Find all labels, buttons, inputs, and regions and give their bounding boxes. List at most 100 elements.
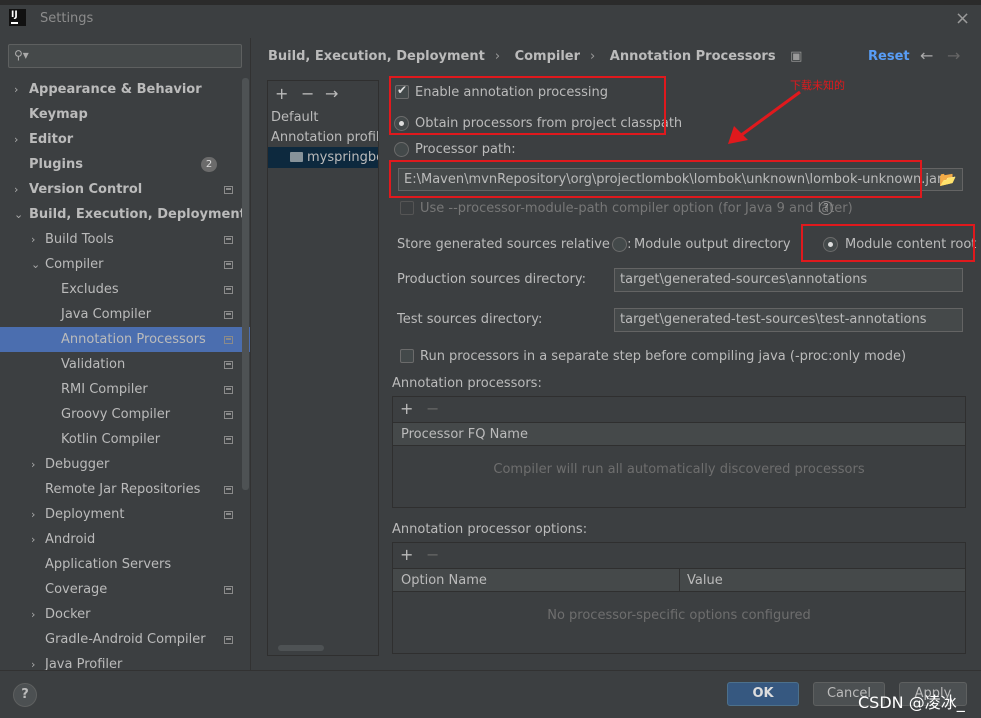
breadcrumb-item: Annotation Processors xyxy=(609,49,776,64)
sidebar-item-rmi-compiler[interactable]: RMI Compiler xyxy=(0,377,250,402)
chevron-right-icon[interactable]: › xyxy=(14,77,18,102)
sidebar-item-label: Coverage xyxy=(45,582,108,597)
sidebar-item-label: Gradle-Android Compiler xyxy=(45,632,206,647)
move-to-profile-button[interactable]: → xyxy=(325,84,338,103)
sidebar-item-android[interactable]: › Android xyxy=(0,527,250,552)
production-dir-field[interactable]: target\generated-sources\annotations xyxy=(614,268,963,292)
chevron-right-icon[interactable]: › xyxy=(31,227,35,252)
sidebar-item-keymap[interactable]: Keymap xyxy=(0,102,250,127)
column-header-value[interactable]: Value xyxy=(687,569,723,592)
close-icon[interactable]: × xyxy=(955,8,970,29)
ok-button[interactable]: OK xyxy=(727,682,799,706)
test-dir-field[interactable]: target\generated-test-sources\test-annot… xyxy=(614,308,963,332)
processor-path-label: Processor path: xyxy=(415,142,516,157)
separate-step-checkbox[interactable] xyxy=(400,349,414,363)
chevron-right-icon[interactable]: › xyxy=(31,527,35,552)
breadcrumb-item: Compiler xyxy=(514,49,581,64)
sidebar-item-excludes[interactable]: Excludes xyxy=(0,277,250,302)
splitter[interactable] xyxy=(250,38,251,670)
remove-option-button[interactable]: − xyxy=(426,545,439,564)
chevron-right-icon[interactable]: › xyxy=(31,652,35,670)
processor-path-radio[interactable] xyxy=(394,142,409,157)
sidebar-item-label: Deployment xyxy=(45,507,125,522)
project-level-icon xyxy=(224,261,233,269)
remove-processor-button[interactable]: − xyxy=(426,399,439,418)
add-profile-button[interactable]: + xyxy=(275,84,288,103)
chevron-right-icon[interactable]: › xyxy=(14,177,18,202)
sidebar-item-label: Remote Jar Repositories xyxy=(45,482,201,497)
sidebar-item-label: Annotation Processors xyxy=(61,332,206,347)
sidebar-item-groovy-compiler[interactable]: Groovy Compiler xyxy=(0,402,250,427)
project-level-icon: ▣ xyxy=(790,49,803,64)
profile-module[interactable]: myspringbo xyxy=(307,150,378,165)
sidebar-item-label: Appearance & Behavior xyxy=(29,82,202,97)
sidebar-item-gradle-android-compiler[interactable]: Gradle-Android Compiler xyxy=(0,627,250,652)
sidebar-item-label: Build, Execution, Deployment xyxy=(29,207,246,222)
sidebar-item-compiler[interactable]: ⌄ Compiler xyxy=(0,252,250,277)
remove-profile-button[interactable]: − xyxy=(301,84,314,103)
intellij-logo-icon: IJ xyxy=(9,9,26,26)
breadcrumb-separator: › xyxy=(590,49,596,64)
sidebar-item-label: Compiler xyxy=(45,257,104,272)
chevron-down-icon[interactable]: ⌄ xyxy=(14,202,23,227)
back-arrow-icon[interactable]: ← xyxy=(920,46,933,65)
sidebar-item-label: Kotlin Compiler xyxy=(61,432,161,447)
sidebar-item-java-compiler[interactable]: Java Compiler xyxy=(0,302,250,327)
help-button[interactable]: ? xyxy=(13,683,37,707)
column-header-option-name[interactable]: Option Name xyxy=(401,569,487,592)
search-input[interactable] xyxy=(8,44,242,68)
sidebar-item-remote-jar-repositories[interactable]: Remote Jar Repositories xyxy=(0,477,250,502)
add-option-button[interactable]: + xyxy=(400,545,413,564)
sidebar-item-plugins[interactable]: Plugins 2 xyxy=(0,152,250,177)
forward-arrow-icon[interactable]: → xyxy=(947,46,960,65)
update-count-badge: 2 xyxy=(201,157,217,172)
sidebar-item-kotlin-compiler[interactable]: Kotlin Compiler xyxy=(0,427,250,452)
column-divider[interactable] xyxy=(679,569,680,592)
profiles-scrollbar[interactable] xyxy=(278,645,324,651)
test-dir-label: Test sources directory: xyxy=(397,312,543,327)
annotation-arrow-icon xyxy=(728,90,801,144)
store-relative-label: Store generated sources relative to: xyxy=(397,237,632,252)
reset-link[interactable]: Reset xyxy=(868,49,910,64)
sidebar-item-editor[interactable]: › Editor xyxy=(0,127,250,152)
breadcrumb-item: Build, Execution, Deployment xyxy=(268,49,485,64)
project-level-icon xyxy=(224,411,233,419)
module-path-label: Use --processor-module-path compiler opt… xyxy=(420,201,853,216)
sidebar-item-build-execution-deployment[interactable]: ⌄ Build, Execution, Deployment xyxy=(0,202,250,227)
sidebar-item-appearance[interactable]: › Appearance & Behavior xyxy=(0,77,250,102)
profile-annotation[interactable]: Annotation profile xyxy=(271,130,378,145)
project-level-icon xyxy=(224,486,233,494)
sidebar-item-java-profiler[interactable]: › Java Profiler xyxy=(0,652,250,670)
project-level-icon xyxy=(224,361,233,369)
sidebar-item-label: Keymap xyxy=(29,107,88,122)
browse-folder-icon[interactable]: 📂 xyxy=(939,172,956,188)
sidebar-item-deployment[interactable]: › Deployment xyxy=(0,502,250,527)
sidebar-scrollbar[interactable] xyxy=(242,78,249,490)
sidebar-item-label: Validation xyxy=(61,357,126,372)
help-icon[interactable]: ? xyxy=(819,201,833,215)
chevron-right-icon[interactable]: › xyxy=(31,452,35,477)
chevron-right-icon[interactable]: › xyxy=(31,602,35,627)
sidebar-item-version-control[interactable]: › Version Control xyxy=(0,177,250,202)
chevron-right-icon[interactable]: › xyxy=(14,127,18,152)
module-output-radio[interactable] xyxy=(612,237,627,252)
breadcrumb-separator: › xyxy=(494,49,501,64)
chevron-right-icon[interactable]: › xyxy=(31,502,35,527)
sidebar-item-coverage[interactable]: Coverage xyxy=(0,577,250,602)
processors-table: + − Processor FQ Name Compiler will run … xyxy=(392,396,966,508)
sidebar-item-build-tools[interactable]: › Build Tools xyxy=(0,227,250,252)
sidebar-item-debugger[interactable]: › Debugger xyxy=(0,452,250,477)
processors-empty-text: Compiler will run all automatically disc… xyxy=(493,462,865,477)
chevron-down-icon[interactable]: ⌄ xyxy=(31,252,40,277)
production-dir-value: target\generated-sources\annotations xyxy=(620,272,868,287)
processors-table-title: Annotation processors: xyxy=(392,376,542,391)
column-header-fq-name[interactable]: Processor FQ Name xyxy=(401,423,528,446)
add-processor-button[interactable]: + xyxy=(400,399,413,418)
sidebar-item-docker[interactable]: › Docker xyxy=(0,602,250,627)
sidebar-item-application-servers[interactable]: Application Servers xyxy=(0,552,250,577)
sidebar-item-label: Build Tools xyxy=(45,232,114,247)
profile-default[interactable]: Default xyxy=(271,110,319,125)
sidebar-item-validation[interactable]: Validation xyxy=(0,352,250,377)
sidebar-item-annotation-processors[interactable]: Annotation Processors xyxy=(0,327,250,352)
module-path-checkbox[interactable] xyxy=(400,201,414,215)
